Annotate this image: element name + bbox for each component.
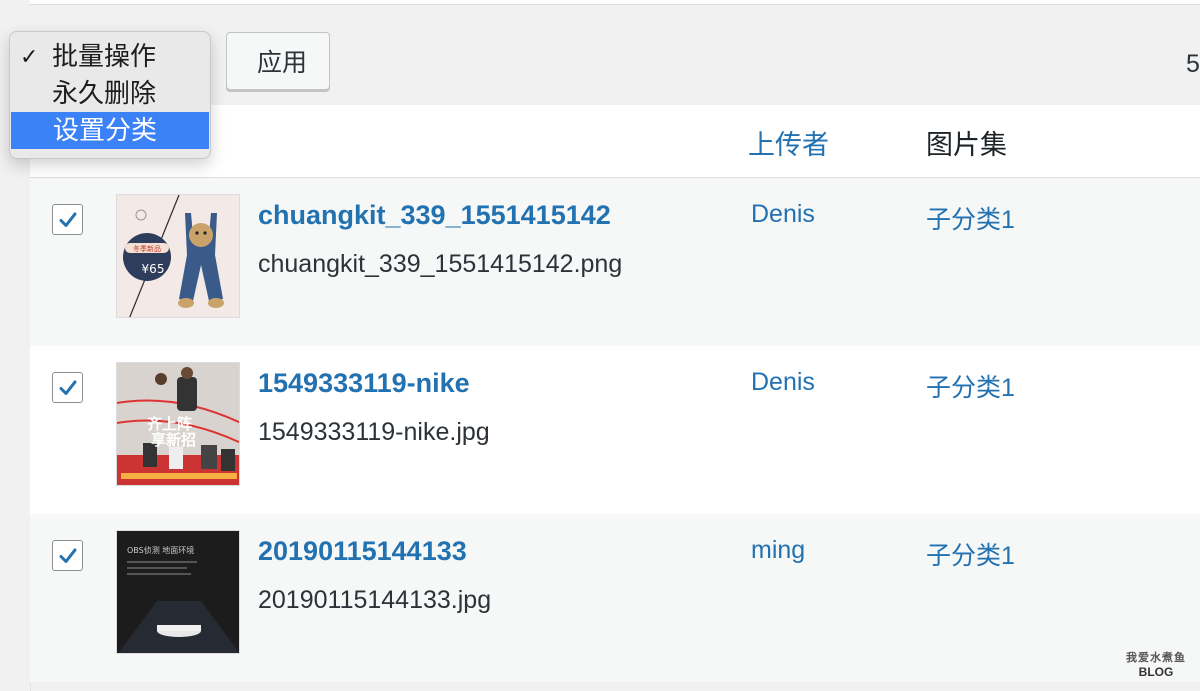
category-link[interactable]: 子分类1 [926,200,1015,236]
category-link[interactable]: 子分类1 [926,536,1015,572]
media-title-link[interactable]: 1549333119-nike [258,368,470,399]
bulk-option-bulk-actions[interactable]: ✓ 批量操作 [10,38,210,75]
thumbnail-robot-vacuum[interactable]: OBS侦测 地面环境 [116,530,240,654]
row-checkbox[interactable] [52,372,83,403]
checkmark-icon [59,380,76,395]
media-title-link[interactable]: 20190115144133 [258,536,467,567]
table-row: 冬季新品 ¥65 chuangkit_339_1551415142 chuang… [30,178,1200,346]
items-count: 510 [1186,50,1200,78]
bulk-option-set-category[interactable]: 设置分类 [11,112,209,149]
option-label: 设置分类 [53,115,158,145]
svg-text:享新招: 享新招 [151,431,196,449]
media-title-link[interactable]: chuangkit_339_1551415142 [258,200,611,231]
thumbnail-nike[interactable]: 齐上阵 享新招 [116,362,240,486]
blog-watermark: 我爱水煮鱼 BLOG [1120,652,1192,682]
media-filename: chuangkit_339_1551415142.png [258,250,623,278]
svg-text:冬季新品: 冬季新品 [133,244,161,253]
watermark-text: 我爱水煮鱼 [1126,652,1186,664]
author-link[interactable]: Denis [751,368,815,397]
checkmark-icon [59,212,76,227]
author-link[interactable]: Denis [751,200,815,229]
row-checkbox[interactable] [52,204,83,235]
column-header-author[interactable]: 上传者 [748,123,829,162]
media-filename: 20190115144133.jpg [258,586,492,614]
checkmark-icon: ✓ [20,44,39,69]
checkmark-icon [59,548,76,563]
bulk-actions-dropdown[interactable]: ✓ 批量操作 永久删除 设置分类 [9,31,211,159]
row-checkbox[interactable] [52,540,83,571]
watermark-blog: BLOG [1138,665,1174,679]
category-link[interactable]: 子分类1 [926,368,1015,404]
svg-text:OBS侦测 地面环境: OBS侦测 地面环境 [127,545,194,555]
svg-text:¥65: ¥65 [142,262,165,276]
table-row: 齐上阵 享新招 1549333119-nike 1549333119-nike.… [30,346,1200,514]
apply-button[interactable]: 应用 [226,32,330,90]
thumbnail-overalls[interactable]: 冬季新品 ¥65 [116,194,240,318]
author-link[interactable]: ming [751,536,805,565]
option-label: 永久删除 [52,78,157,108]
bulk-option-delete-permanently[interactable]: 永久删除 [10,75,210,112]
media-table: 上传者 图片集 冬季新品 ¥65 chuangkit_339_155141514… [30,105,1200,691]
option-label: 批量操作 [52,41,157,71]
column-header-gallery: 图片集 [926,130,1007,160]
media-filename: 1549333119-nike.jpg [258,418,490,446]
table-row: OBS侦测 地面环境 20190115144133 20190115144133… [30,514,1200,682]
